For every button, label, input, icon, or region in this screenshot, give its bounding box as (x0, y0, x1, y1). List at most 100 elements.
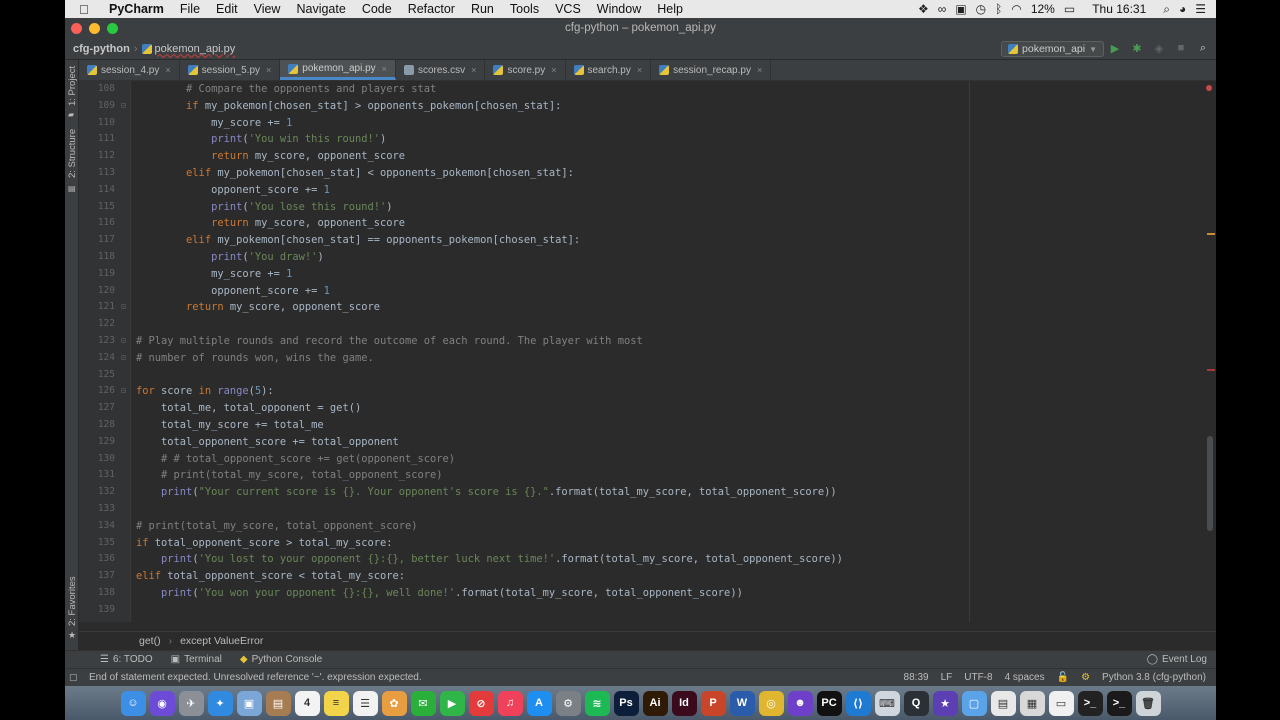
tab-session-5-py[interactable]: session_5.py × (180, 60, 281, 80)
menu-refactor[interactable]: Refactor (400, 2, 463, 16)
code-line[interactable]: 134 # print(total_my_score, total_opponen… (79, 518, 1216, 535)
code-line[interactable]: 139 (79, 602, 1216, 619)
python-interpreter[interactable]: Python 3.8 (cfg-python) (1102, 672, 1206, 683)
fold-marker-icon[interactable]: ⊟ (121, 299, 126, 316)
dock-appstore-icon[interactable]: A (526, 690, 552, 716)
code-line[interactable]: 125 (79, 367, 1216, 384)
code-line[interactable]: 116 return my_score, opponent_score (79, 215, 1216, 232)
menu-view[interactable]: View (246, 2, 289, 16)
project-tool-button[interactable]: 1: Project (67, 66, 78, 106)
dock-messages-icon[interactable]: ✉ (410, 690, 436, 716)
code-line[interactable]: 126 ⊟ for score in range(5): (79, 383, 1216, 400)
coverage-icon[interactable]: ◈ (1152, 41, 1166, 55)
dock-facetime-icon[interactable]: ▶ (439, 690, 465, 716)
menu-file[interactable]: File (172, 2, 208, 16)
run-config-dropdown[interactable]: pokemon_api ▼ (1001, 41, 1104, 57)
menu-help[interactable]: Help (649, 2, 691, 16)
dock-siri-icon[interactable]: ◉ (149, 690, 175, 716)
python-console-tool-button[interactable]: ◆ Python Console (231, 654, 331, 665)
fold-marker-icon[interactable]: ⊟ (121, 333, 126, 350)
breadcrumb-item-function[interactable]: get() (139, 635, 161, 647)
warning-stripe-marker[interactable] (1207, 233, 1215, 235)
menubar-clock[interactable]: Thu 16:31 (1092, 2, 1146, 16)
tab-score-py[interactable]: score.py × (485, 60, 566, 80)
notification-center-icon[interactable]: ☰ (1195, 2, 1206, 16)
code-line[interactable]: 129 total_opponent_score += total_oppone… (79, 434, 1216, 451)
fold-marker-icon[interactable]: ⊟ (121, 383, 126, 400)
code-line[interactable]: 137 elif total_opponent_score < total_my_… (79, 568, 1216, 585)
dock-pycharm-icon[interactable]: PC (816, 690, 842, 716)
todo-tool-button[interactable]: ☰ 6: TODO (91, 654, 162, 665)
code-line[interactable]: 112 return my_score, opponent_score (79, 148, 1216, 165)
nav-file[interactable]: pokemon_api.py (138, 43, 235, 55)
tab-scores-csv[interactable]: scores.csv × (396, 60, 486, 80)
dock-folder-icon[interactable]: ▢ (961, 690, 987, 716)
code-line[interactable]: 117 elif my_pokemon[chosen_stat] == oppo… (79, 232, 1216, 249)
code-line[interactable]: 120 opponent_score += 1 (79, 283, 1216, 300)
code-line[interactable]: 132 print("Your current score is {}. You… (79, 484, 1216, 501)
menu-pycharm[interactable]: PyCharm (101, 2, 172, 16)
close-tab-icon[interactable]: × (382, 64, 387, 74)
dock-safari-icon[interactable]: ✦ (207, 690, 233, 716)
event-log-tool-button[interactable]: ◯ Event Log (1138, 654, 1216, 665)
nav-project[interactable]: cfg-python (65, 43, 134, 55)
dock-illustrator-icon[interactable]: Ai (642, 690, 668, 716)
wifi-icon[interactable]: ◠ (1011, 2, 1021, 16)
code-line[interactable]: 118 print('You draw!') (79, 249, 1216, 266)
code-line[interactable]: 123 ⊟ # Play multiple rounds and record th… (79, 333, 1216, 350)
menu-code[interactable]: Code (354, 2, 400, 16)
indent-setting[interactable]: 4 spaces (1005, 672, 1045, 683)
code-line[interactable]: 128 total_my_score += total_me (79, 417, 1216, 434)
dock-chrome-icon[interactable]: ◎ (758, 690, 784, 716)
code-line[interactable]: 136 print('You lost to your opponent {}:… (79, 551, 1216, 568)
code-line[interactable]: 109 ⊟ if my_pokemon[chosen_stat] > oppone… (79, 98, 1216, 115)
dock-documents-icon[interactable]: ▤ (990, 690, 1016, 716)
dock-notes-icon[interactable]: ≡ (323, 690, 349, 716)
dock-photos-icon[interactable]: ✿ (381, 690, 407, 716)
apple-menu-icon[interactable]:  (79, 2, 101, 17)
lock-icon[interactable]: 🔓 (1057, 672, 1069, 683)
code-line[interactable]: 133 (79, 501, 1216, 518)
code-line[interactable]: 111 print('You win this round!') (79, 131, 1216, 148)
code-line[interactable]: 127 total_me, total_opponent = get() (79, 400, 1216, 417)
spotlight-search-icon[interactable]: ⌕ (1163, 2, 1170, 17)
close-tab-icon[interactable]: × (165, 65, 170, 75)
dock-powerpoint-icon[interactable]: P (700, 690, 726, 716)
fold-marker-icon[interactable]: ⊟ (121, 350, 126, 367)
dock-spotify-icon[interactable]: ≋ (584, 690, 610, 716)
status-message[interactable]: End of statement expected. Unresolved re… (65, 672, 422, 683)
line-separator[interactable]: LF (941, 672, 953, 683)
terminal-tool-button[interactable]: ▣ Terminal (162, 654, 231, 665)
fold-marker-icon[interactable]: ⊟ (121, 98, 126, 115)
code-line[interactable]: 113 elif my_pokemon[chosen_stat] < oppon… (79, 165, 1216, 182)
dock-keynote-icon[interactable]: ⌨ (874, 690, 900, 716)
structure-tool-button[interactable]: 2: Structure (67, 129, 78, 178)
vertical-scrollbar[interactable] (1207, 436, 1213, 531)
close-tab-icon[interactable]: × (637, 65, 642, 75)
dock-reminders-icon[interactable]: ☰ (352, 690, 378, 716)
dock-imovie-icon[interactable]: ★ (932, 690, 958, 716)
tab-search-py[interactable]: search.py × (566, 60, 652, 80)
dock-quicktime-icon[interactable]: Q (903, 690, 929, 716)
dock-news-icon[interactable]: ⊘ (468, 690, 494, 716)
code-line[interactable]: 138 print('You won your opponent {}:{}, … (79, 585, 1216, 602)
code-line[interactable]: 131 # print(total_my_score, total_oppone… (79, 467, 1216, 484)
menu-window[interactable]: Window (589, 2, 649, 16)
dock-system-prefs-icon[interactable]: ⚙ (555, 690, 581, 716)
search-everywhere-icon[interactable]: ⌕ (1196, 41, 1210, 55)
menu-edit[interactable]: Edit (208, 2, 246, 16)
close-tab-icon[interactable]: × (471, 65, 476, 75)
menu-vcs[interactable]: VCS (547, 2, 589, 16)
tab-session-4-py[interactable]: session_4.py × (79, 60, 180, 80)
dropbox-icon[interactable]: ❖ (918, 2, 929, 16)
dock-github-icon[interactable]: ☻ (787, 690, 813, 716)
code-line[interactable]: 121 ⊟ return my_score, opponent_score (79, 299, 1216, 316)
dock-calendar-icon[interactable]: 4 (294, 690, 320, 716)
dock-terminal-app-2-icon[interactable]: >_ (1106, 690, 1132, 716)
tab-session-recap-py[interactable]: session_recap.py × (651, 60, 772, 80)
bluetooth-icon[interactable]: ᛒ (995, 2, 1002, 16)
file-encoding[interactable]: UTF-8 (964, 672, 992, 683)
menu-run[interactable]: Run (463, 2, 502, 16)
code-line[interactable]: 114 opponent_score += 1 (79, 182, 1216, 199)
dock-word-icon[interactable]: W (729, 690, 755, 716)
